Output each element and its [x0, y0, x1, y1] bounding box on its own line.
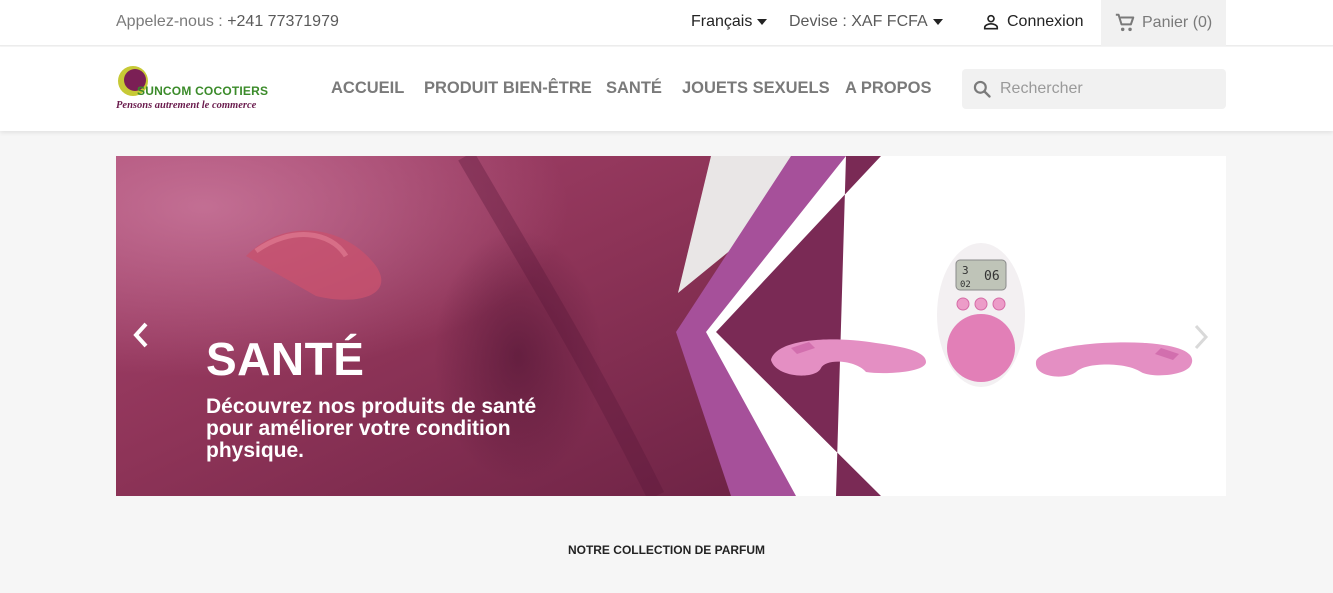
logo-brand: SUNCOM COCOTIERS	[137, 84, 269, 98]
login-link[interactable]: Connexion	[981, 12, 1084, 32]
chevron-right-icon	[1194, 324, 1209, 350]
currency-label: Devise : XAF FCFA	[789, 13, 928, 30]
language-label: Français	[691, 13, 753, 30]
logo-tagline: Pensons autrement le commerce	[116, 100, 257, 111]
caret-down-icon	[932, 19, 943, 25]
section-title: NOTRE COLLECTION DE PARFUM	[567, 543, 766, 557]
main-header: SUNCOM COCOTIERS Pensons autrement le co…	[0, 47, 1333, 131]
login-label: Connexion	[1007, 13, 1084, 30]
nav-item-a-propos[interactable]: A PROPOS	[845, 79, 932, 98]
phone-number[interactable]: +241 77371979	[227, 13, 339, 30]
search-box	[962, 69, 1226, 109]
hero-slider: 3 06 02 SANTÉ Découvrez nos produits de …	[116, 156, 1226, 496]
cart-button[interactable]: Panier (0)	[1101, 0, 1226, 46]
search-input[interactable]	[1000, 80, 1210, 98]
phone-label: Appelez-nous :	[116, 13, 228, 30]
nav-item-accueil[interactable]: ACCUEIL	[331, 79, 404, 98]
search-icon[interactable]	[972, 79, 992, 99]
caret-down-icon	[757, 19, 768, 25]
ems-device-image: 3 06 02	[771, 243, 1193, 387]
device-display-value: 3	[962, 264, 969, 277]
slider-next-arrow[interactable]	[1190, 322, 1212, 357]
slide-caption: SANTÉ Découvrez nos produits de santé po…	[206, 336, 556, 462]
slider-prev-arrow[interactable]	[130, 320, 152, 355]
device-display-value: 02	[960, 280, 971, 290]
user-icon	[983, 14, 999, 30]
shopping-cart-icon	[1115, 13, 1135, 32]
nav-item-produit-bien-etre[interactable]: PRODUIT BIEN-ÊTRE	[424, 79, 592, 98]
slide-title: SANTÉ	[206, 333, 365, 385]
device-display-value: 06	[984, 269, 1000, 284]
top-bar: Appelez-nous : +241 77371979 Français De…	[0, 0, 1333, 46]
currency-selector[interactable]: Devise : XAF FCFA	[789, 13, 943, 31]
language-selector[interactable]: Français	[691, 13, 768, 31]
cart-label: Panier (0)	[1142, 14, 1213, 31]
contact-phone: Appelez-nous : +241 77371979	[116, 13, 339, 31]
slide-description: Découvrez nos produits de santé pour amé…	[206, 395, 537, 462]
chevron-left-icon	[133, 322, 148, 348]
nav-item-sante[interactable]: SANTÉ	[606, 79, 662, 98]
site-logo[interactable]: SUNCOM COCOTIERS Pensons autrement le co…	[116, 65, 281, 115]
nav-item-jouets-sexuels[interactable]: JOUETS SEXUELS	[682, 79, 830, 98]
